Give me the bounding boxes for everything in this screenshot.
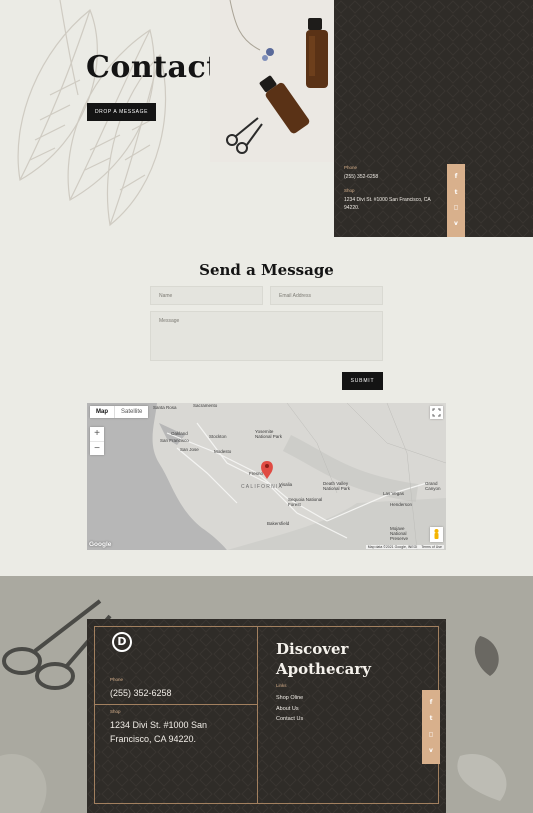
footer-phone-label: Phone [110,677,124,682]
map-state-label: CALIFORNIA [241,484,284,490]
map-place-label: Mojave National Preserve [390,526,409,541]
footer-link-shop[interactable]: Shop Oline [276,693,303,704]
name-input[interactable]: Name [150,286,263,305]
footer-phone-number[interactable]: (255) 352-6258 [110,686,172,700]
message-textarea[interactable]: Message [150,311,383,361]
footer-card-border [94,626,439,804]
phone-number[interactable]: (255) 352-6258 [344,174,444,182]
map-place-label: Santa Rosa [153,405,177,410]
footer-social-bar: f t ◻ v [422,690,440,764]
map-place-label: San Jose [180,447,199,452]
footer-link-about[interactable]: About Us [276,704,303,715]
facebook-icon[interactable]: f [455,173,458,180]
footer-links-label: Links [276,683,287,688]
form-title: Send a Message [199,261,334,279]
instagram-icon[interactable]: ◻ [429,732,434,738]
drop-message-button[interactable]: DROP A MESSAGE [87,103,156,121]
footer-heading-line-2: Apothecary [276,660,371,679]
footer-heading: Discover Apothecary [276,639,371,680]
street-view-button[interactable] [430,527,443,542]
hero-contact-block: Phone (255) 352-6258 Shop 1234 Divi St. … [344,165,444,218]
map-place-label: Death Valley National Park [323,481,351,491]
map-type-control: Map Satellite [90,406,149,418]
vimeo-icon[interactable]: v [429,748,433,754]
twitter-icon[interactable]: t [430,716,433,722]
divi-logo[interactable]: D [112,632,132,652]
shop-address: 1234 Divi St. #1000 San Francisco, CA 94… [344,196,431,211]
vimeo-icon[interactable]: v [454,221,458,227]
zoom-in-button[interactable]: + [90,427,104,441]
map-place-label: Oakland [171,431,188,436]
footer-heading-line-1: Discover [276,640,349,658]
footer-address-line-1: 1234 Divi St. #1000 San [110,720,208,730]
footer-section [0,576,533,813]
essential-oils-photo [210,0,334,162]
map-place-label: San Francisco [160,438,189,443]
map-place-label: Sacramento [193,403,218,408]
pegman-icon [434,529,439,539]
map-type-satellite-button[interactable]: Satellite [114,406,148,418]
phone-label: Phone [344,165,358,170]
hero-social-bar: f t ◻ v [447,164,465,237]
map-place-label: Bakersfield [267,521,290,526]
map-place-label: Las Vegas [383,491,405,496]
terms-of-use-link[interactable]: Terms of Use [421,545,442,549]
zoom-out-button[interactable]: − [90,441,104,455]
google-map[interactable]: Santa Rosa Sacramento Oakland San Franci… [87,403,446,550]
footer-link-contact[interactable]: Contact Us [276,714,303,725]
footer-shop-label: Shop [110,709,121,714]
map-place-label: Grand Canyon [425,481,441,491]
footer-card [87,619,446,813]
shop-label: Shop [344,187,355,193]
twitter-icon[interactable]: t [455,189,458,196]
fullscreen-button[interactable] [430,406,443,419]
footer-address-line-2: Francisco, CA 94220. [110,734,197,744]
facebook-icon[interactable]: f [430,700,433,706]
footer-divider [257,626,258,804]
map-place-label: Sequoia National Forest [288,497,323,507]
map-type-map-button[interactable]: Map [90,406,114,418]
map-place-label: Modesto [214,449,232,454]
submit-button[interactable]: SUBMIT [342,372,383,390]
map-place-label: Yosemite National Park [255,429,283,439]
map-place-label: Henderson [390,502,413,507]
map-credits: Map data ©2021 Google, INEGI Terms of Us… [365,545,444,549]
email-input[interactable]: Email Address [270,286,383,305]
footer-divider [94,704,258,705]
zoom-control: + − [90,427,104,455]
photo-illustration [210,0,334,162]
instagram-icon[interactable]: ◻ [454,205,459,211]
map-data-credit: Map data ©2021 Google, INEGI [367,545,418,549]
hero-section: Contact Us DROP A MESSAGE Phone (255) 35… [0,0,533,240]
fullscreen-icon [432,408,441,417]
google-logo: Google [89,541,112,548]
map-place-label: Fresno [249,471,264,476]
footer-links: Shop Oline About Us Contact Us [276,693,303,725]
map-place-label: Stockton [209,434,227,439]
